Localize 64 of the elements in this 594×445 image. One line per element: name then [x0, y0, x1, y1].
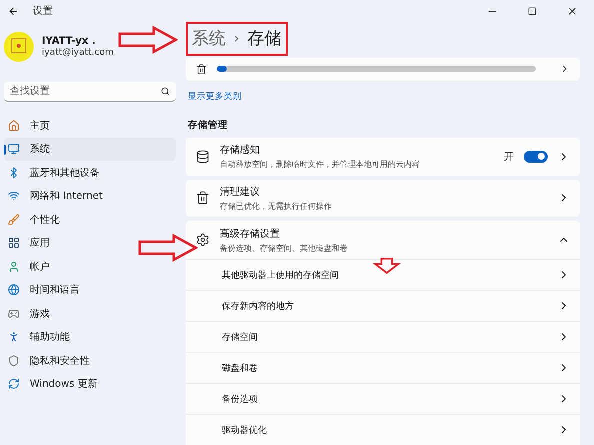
- storage-option-row[interactable]: 备份选项: [186, 383, 580, 414]
- nav-item[interactable]: 网络和 Internet: [4, 184, 176, 208]
- database-icon: [196, 150, 210, 164]
- storage-option-row[interactable]: 保存新内容的地方: [186, 290, 580, 321]
- gear-icon: [196, 233, 210, 247]
- nav-item[interactable]: 游戏: [4, 302, 176, 326]
- storage-option-row[interactable]: 磁盘和卷: [186, 352, 580, 383]
- toggle-switch[interactable]: [524, 150, 548, 163]
- nav-item[interactable]: Windows 更新: [4, 372, 176, 396]
- brush-icon: [8, 214, 20, 226]
- arrow-icon: [118, 26, 178, 54]
- arrow-icon: [372, 258, 402, 274]
- setting-title: 高级存储设置: [220, 228, 281, 240]
- storage-option-row[interactable]: 存储空间: [186, 321, 580, 352]
- option-label: 其他驱动器上使用的存储空间: [222, 270, 340, 282]
- option-label: 备份选项: [222, 394, 259, 406]
- nav-item[interactable]: 蓝牙和其他设备: [4, 161, 176, 184]
- bin-icon: [196, 191, 210, 206]
- gamepad-icon: [8, 308, 20, 320]
- bluetooth-icon: [8, 166, 20, 179]
- setting-title: 存储感知: [220, 144, 261, 158]
- toggle-state-label: 开: [504, 150, 514, 164]
- arrow-icon: [138, 234, 198, 262]
- search-field[interactable]: 查找设置: [4, 82, 176, 102]
- nav-item[interactable]: 帐户: [4, 255, 176, 278]
- breadcrumb-separator: ›: [234, 30, 240, 47]
- option-label: 驱动器优化: [222, 424, 268, 436]
- setting-description: 存储已优化，无需执行任何操作: [220, 200, 333, 212]
- show-more-link[interactable]: 显示更多类别: [188, 91, 580, 104]
- nav-item[interactable]: 个性化: [4, 208, 176, 232]
- page-title: 存储: [248, 28, 282, 50]
- option-label: 保存新内容的地方: [222, 300, 295, 312]
- setting-description: 备份选项、存储空间、其他磁盘和卷: [220, 242, 349, 254]
- search-icon: [161, 87, 170, 96]
- option-label: 存储空间: [222, 332, 259, 344]
- account-name: IYATT-yx .: [42, 36, 97, 47]
- refresh-icon: [8, 378, 20, 390]
- shield-icon: [8, 354, 20, 367]
- grid-icon: [8, 237, 20, 250]
- account-email: iyatt@iyatt.com: [42, 48, 114, 58]
- nav-item[interactable]: 隐私和安全性: [4, 349, 176, 372]
- storage-option-row[interactable]: 其他驱动器上使用的存储空间: [186, 259, 580, 290]
- back-icon[interactable]: [8, 6, 19, 16]
- home-icon: [8, 120, 20, 132]
- setting-description: 自动释放空间，删除临时文件，并管理本地可用的云内容: [220, 159, 421, 170]
- setting-title: 清理建议: [220, 186, 261, 199]
- section-title: 存储管理: [188, 119, 229, 132]
- avatar: [4, 32, 34, 62]
- nav-item[interactable]: 主页: [4, 114, 176, 138]
- breadcrumb-parent[interactable]: 系统: [192, 27, 226, 50]
- maximize-icon[interactable]: [528, 6, 537, 16]
- close-icon[interactable]: [567, 6, 578, 16]
- storage-option-row[interactable]: 驱动器优化: [186, 414, 580, 445]
- nav-item[interactable]: 时间和语言: [4, 278, 176, 302]
- globe-icon: [8, 284, 20, 296]
- accessibility-icon: [8, 331, 20, 344]
- bin-icon: [196, 64, 207, 75]
- option-label: 磁盘和卷: [222, 362, 259, 374]
- nav-item[interactable]: 辅助功能: [4, 326, 176, 349]
- window-title: 设置: [33, 4, 54, 18]
- nav-item[interactable]: 系统: [4, 138, 176, 161]
- monitor-icon: [8, 143, 20, 156]
- person-icon: [8, 260, 20, 273]
- nav-item[interactable]: 应用: [4, 232, 176, 255]
